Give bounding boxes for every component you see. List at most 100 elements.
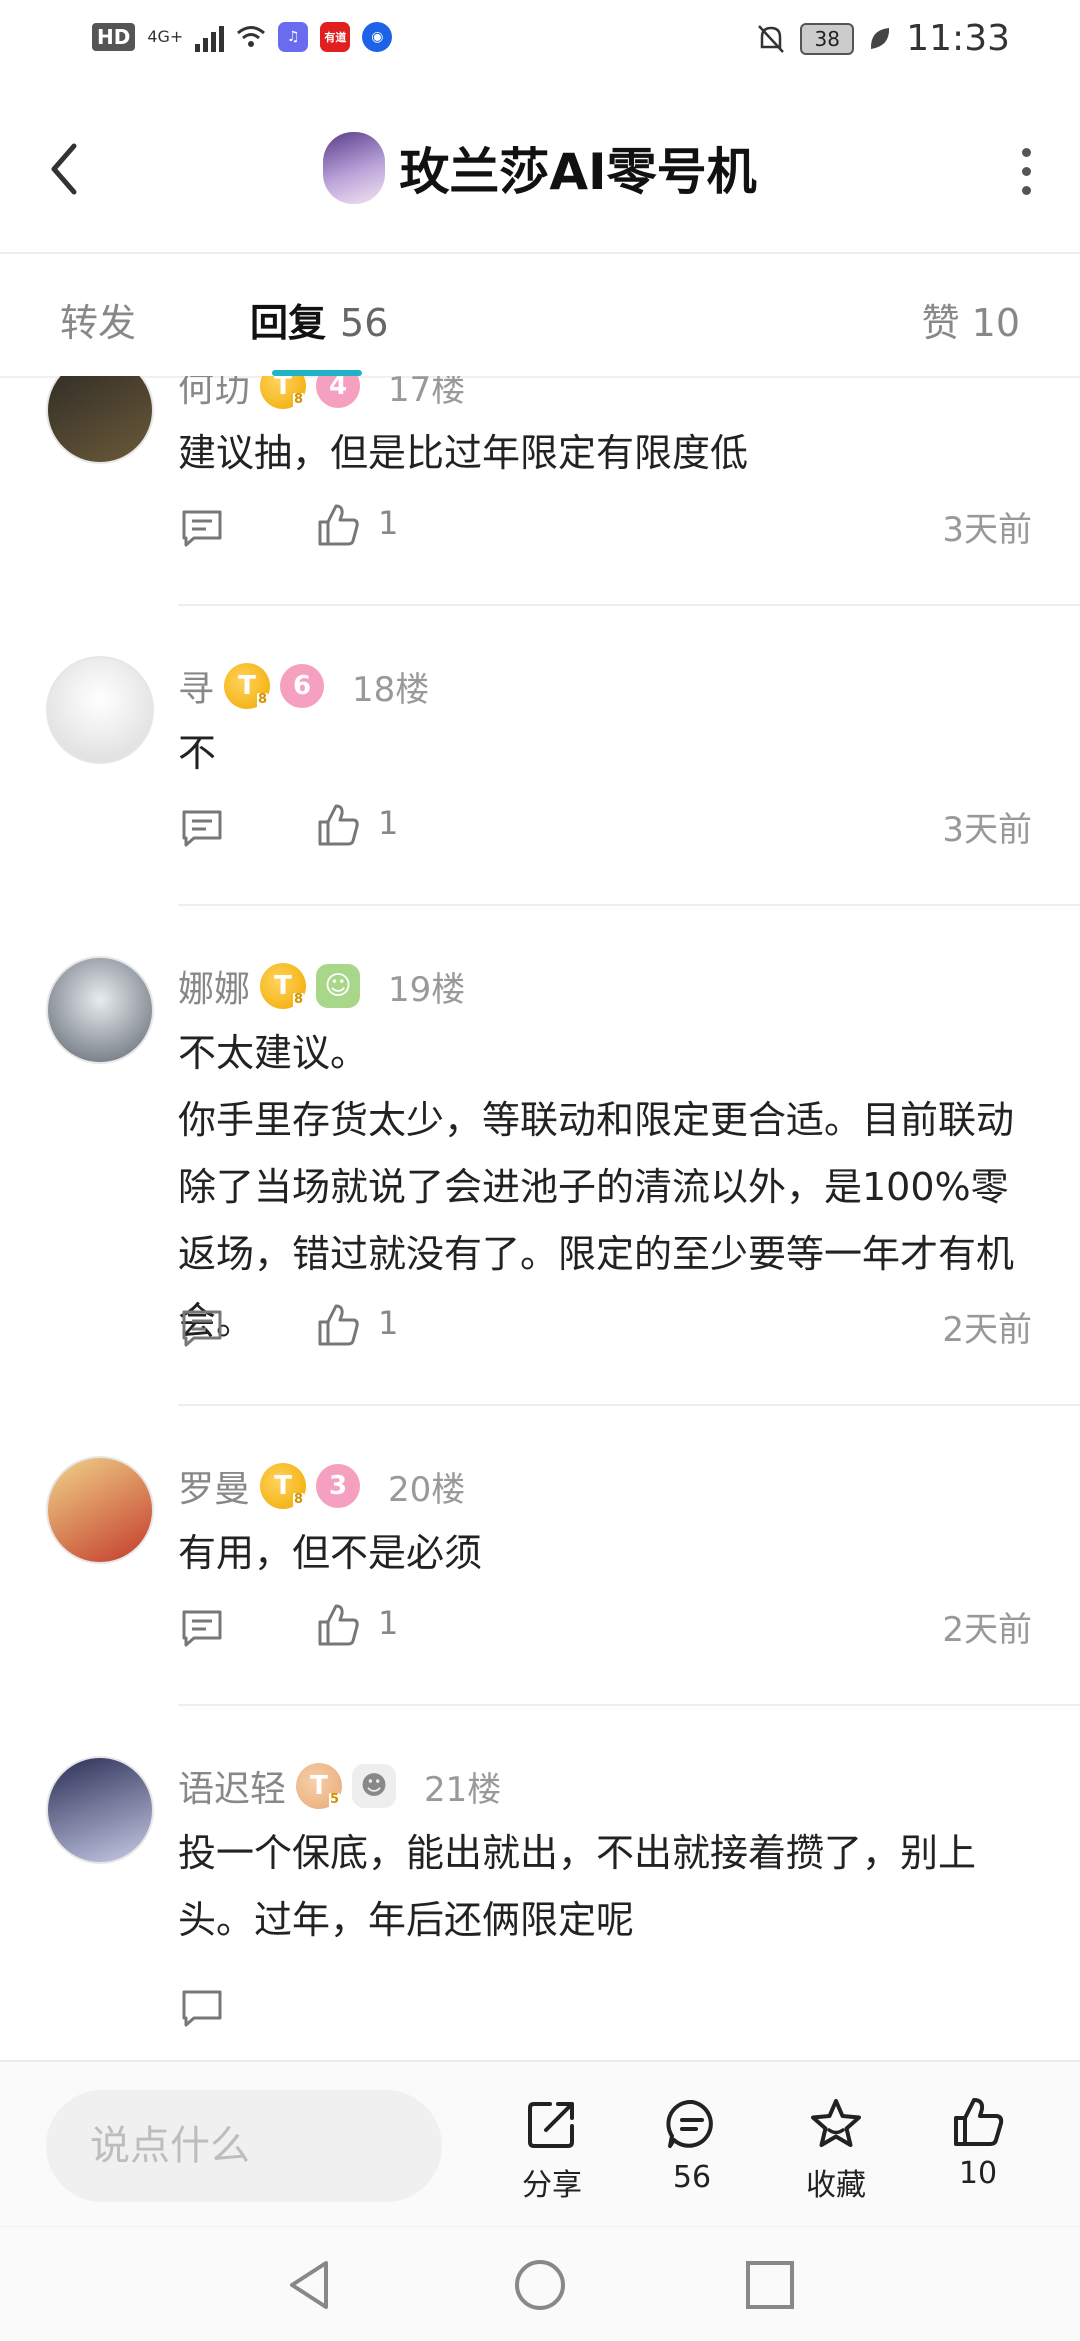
- fan-badge: ☺: [316, 964, 361, 1008]
- floor-number: 21楼: [424, 1769, 502, 1810]
- reply-icon[interactable]: [180, 508, 224, 548]
- share-label: 分享: [522, 2168, 582, 2203]
- comments-count: 56: [672, 2160, 712, 2195]
- username[interactable]: 何玏: [178, 376, 250, 412]
- level-badge: T8: [260, 963, 307, 1009]
- comment-actions: [180, 1982, 1040, 2032]
- status-bar-left: HD 4G+ ♫ 有道 ◉: [92, 22, 393, 52]
- thumbs-up-icon[interactable]: [316, 502, 360, 548]
- comment-header: 语迟轻 T5 ☻ 21楼: [178, 1760, 501, 1812]
- status-bar-right: 38 11:33: [756, 18, 1010, 59]
- signal-icon: [195, 22, 225, 52]
- thumbs-up-icon[interactable]: [316, 1602, 360, 1648]
- favorite-label: 收藏: [806, 2168, 866, 2203]
- share-icon: [528, 2102, 574, 2148]
- level-badge: T8: [260, 1463, 307, 1509]
- music-app-icon: ♫: [278, 22, 309, 52]
- avatar[interactable]: [46, 1756, 154, 1864]
- tab-like-label: 赞: [921, 301, 960, 345]
- comment-text: 建议抽，但是比过年限定有限度低: [178, 431, 749, 475]
- youdao-app-icon: 有道: [320, 22, 351, 52]
- like-count: 1: [378, 804, 399, 842]
- comment-actions: 1 2天前: [180, 1302, 1040, 1352]
- nav-recents-icon[interactable]: [740, 2255, 800, 2315]
- comment-list[interactable]: 何玏 T8 4 17楼 建议抽，但是比过年限定有限度低 1 3天前 寻 T8 6…: [0, 376, 1080, 2060]
- username[interactable]: 娜娜: [178, 960, 250, 1012]
- comment-text: 不: [178, 731, 217, 775]
- tab-reply-label: 回复: [250, 301, 327, 345]
- more-options-icon[interactable]: [1018, 148, 1034, 195]
- fan-badge: 3: [316, 1464, 361, 1508]
- username[interactable]: 寻: [178, 660, 214, 712]
- avatar[interactable]: [46, 956, 154, 1064]
- comment-header: 罗曼 T8 3 20楼: [178, 1460, 465, 1512]
- comment-header: 何玏 T8 4 17楼: [178, 376, 465, 412]
- fan-badge: 4: [316, 376, 361, 408]
- tab-like[interactable]: 赞 10: [922, 292, 1020, 347]
- reply-icon[interactable]: [180, 1608, 224, 1648]
- title-group: 玫兰莎AI零号机: [0, 132, 1080, 204]
- wifi-icon: [237, 26, 266, 47]
- comment-header: 娜娜 T8 ☺ 19楼: [178, 960, 465, 1012]
- share-button[interactable]: 分享: [502, 2096, 602, 2204]
- comment-header: 寻 T8 6 18楼: [178, 660, 429, 712]
- level-badge: T5: [296, 1763, 343, 1809]
- level-badge: T8: [260, 376, 307, 409]
- like-count-total: 10: [958, 2156, 998, 2191]
- favorite-button[interactable]: 收藏: [786, 2096, 886, 2204]
- divider: [178, 1704, 1080, 1706]
- nav-home-icon[interactable]: [510, 2255, 570, 2315]
- like-count: 1: [378, 504, 399, 542]
- blue-app-icon: ◉: [362, 22, 393, 52]
- like-count: 1: [378, 1304, 399, 1342]
- like-button[interactable]: 10: [928, 2096, 1028, 2191]
- fan-badge: ☻: [352, 1764, 397, 1808]
- comments-button[interactable]: 56: [642, 2096, 742, 2195]
- nav-back-icon[interactable]: [280, 2255, 340, 2315]
- avatar[interactable]: [46, 656, 154, 764]
- post-header: 玫兰莎AI零号机: [0, 84, 1080, 254]
- tab-forward[interactable]: 转发: [60, 292, 136, 347]
- username[interactable]: 语迟轻: [178, 1760, 286, 1812]
- comment-actions: 1 2天前: [180, 1602, 1040, 1652]
- comment-text: 有用，但不是必须: [178, 1531, 483, 1575]
- reply-icon[interactable]: [180, 808, 224, 848]
- comment-text: 投一个保底，能出就出，不出就接着攒了，别上头。过年，年后还俩限定呢: [178, 1831, 977, 1942]
- comment-actions: 1 3天前: [180, 502, 1040, 552]
- username[interactable]: 罗曼: [178, 1460, 250, 1512]
- tab-reply[interactable]: 回复 56: [250, 292, 388, 347]
- page-title: 玫兰莎AI零号机: [399, 143, 757, 201]
- floor-number: 17楼: [388, 376, 466, 410]
- leaf-icon: [871, 27, 890, 49]
- timestamp: 2天前: [942, 1610, 1032, 1650]
- avatar[interactable]: [46, 376, 154, 464]
- floor-number: 19楼: [388, 969, 466, 1010]
- mute-bell-icon: [758, 24, 785, 53]
- divider: [178, 904, 1080, 906]
- fan-badge: 6: [280, 664, 325, 708]
- divider: [178, 604, 1080, 606]
- level-badge: T8: [224, 663, 271, 709]
- thumbs-up-icon[interactable]: [316, 802, 360, 848]
- status-bar: HD 4G+ ♫ 有道 ◉ 38 11:33: [0, 0, 1080, 84]
- clock: 11:33: [906, 18, 1010, 59]
- timestamp: 3天前: [942, 810, 1032, 850]
- timestamp: 2天前: [942, 1310, 1032, 1350]
- like-count: 1: [378, 1604, 399, 1642]
- system-nav-bar: [0, 2226, 1080, 2341]
- comment-bubble-icon: [666, 2099, 713, 2148]
- tab-forward-label: 转发: [60, 301, 137, 345]
- thumbs-up-icon[interactable]: [316, 1302, 360, 1348]
- avatar[interactable]: [46, 1456, 154, 1564]
- reply-icon[interactable]: [180, 1308, 224, 1348]
- tab-reply-count: 56: [340, 301, 389, 345]
- comment-input[interactable]: [46, 2090, 442, 2202]
- bottom-toolbar: 分享 56 收藏 10: [0, 2060, 1080, 2228]
- divider: [178, 1404, 1080, 1406]
- floor-number: 20楼: [388, 1469, 466, 1510]
- reply-icon[interactable]: [180, 1988, 224, 2028]
- tab-bar: 转发 回复 56 赞 10: [0, 252, 1080, 378]
- comment-actions: 1 3天前: [180, 802, 1040, 852]
- battery-icon: 38: [800, 22, 855, 55]
- hd-indicator: HD: [92, 23, 136, 51]
